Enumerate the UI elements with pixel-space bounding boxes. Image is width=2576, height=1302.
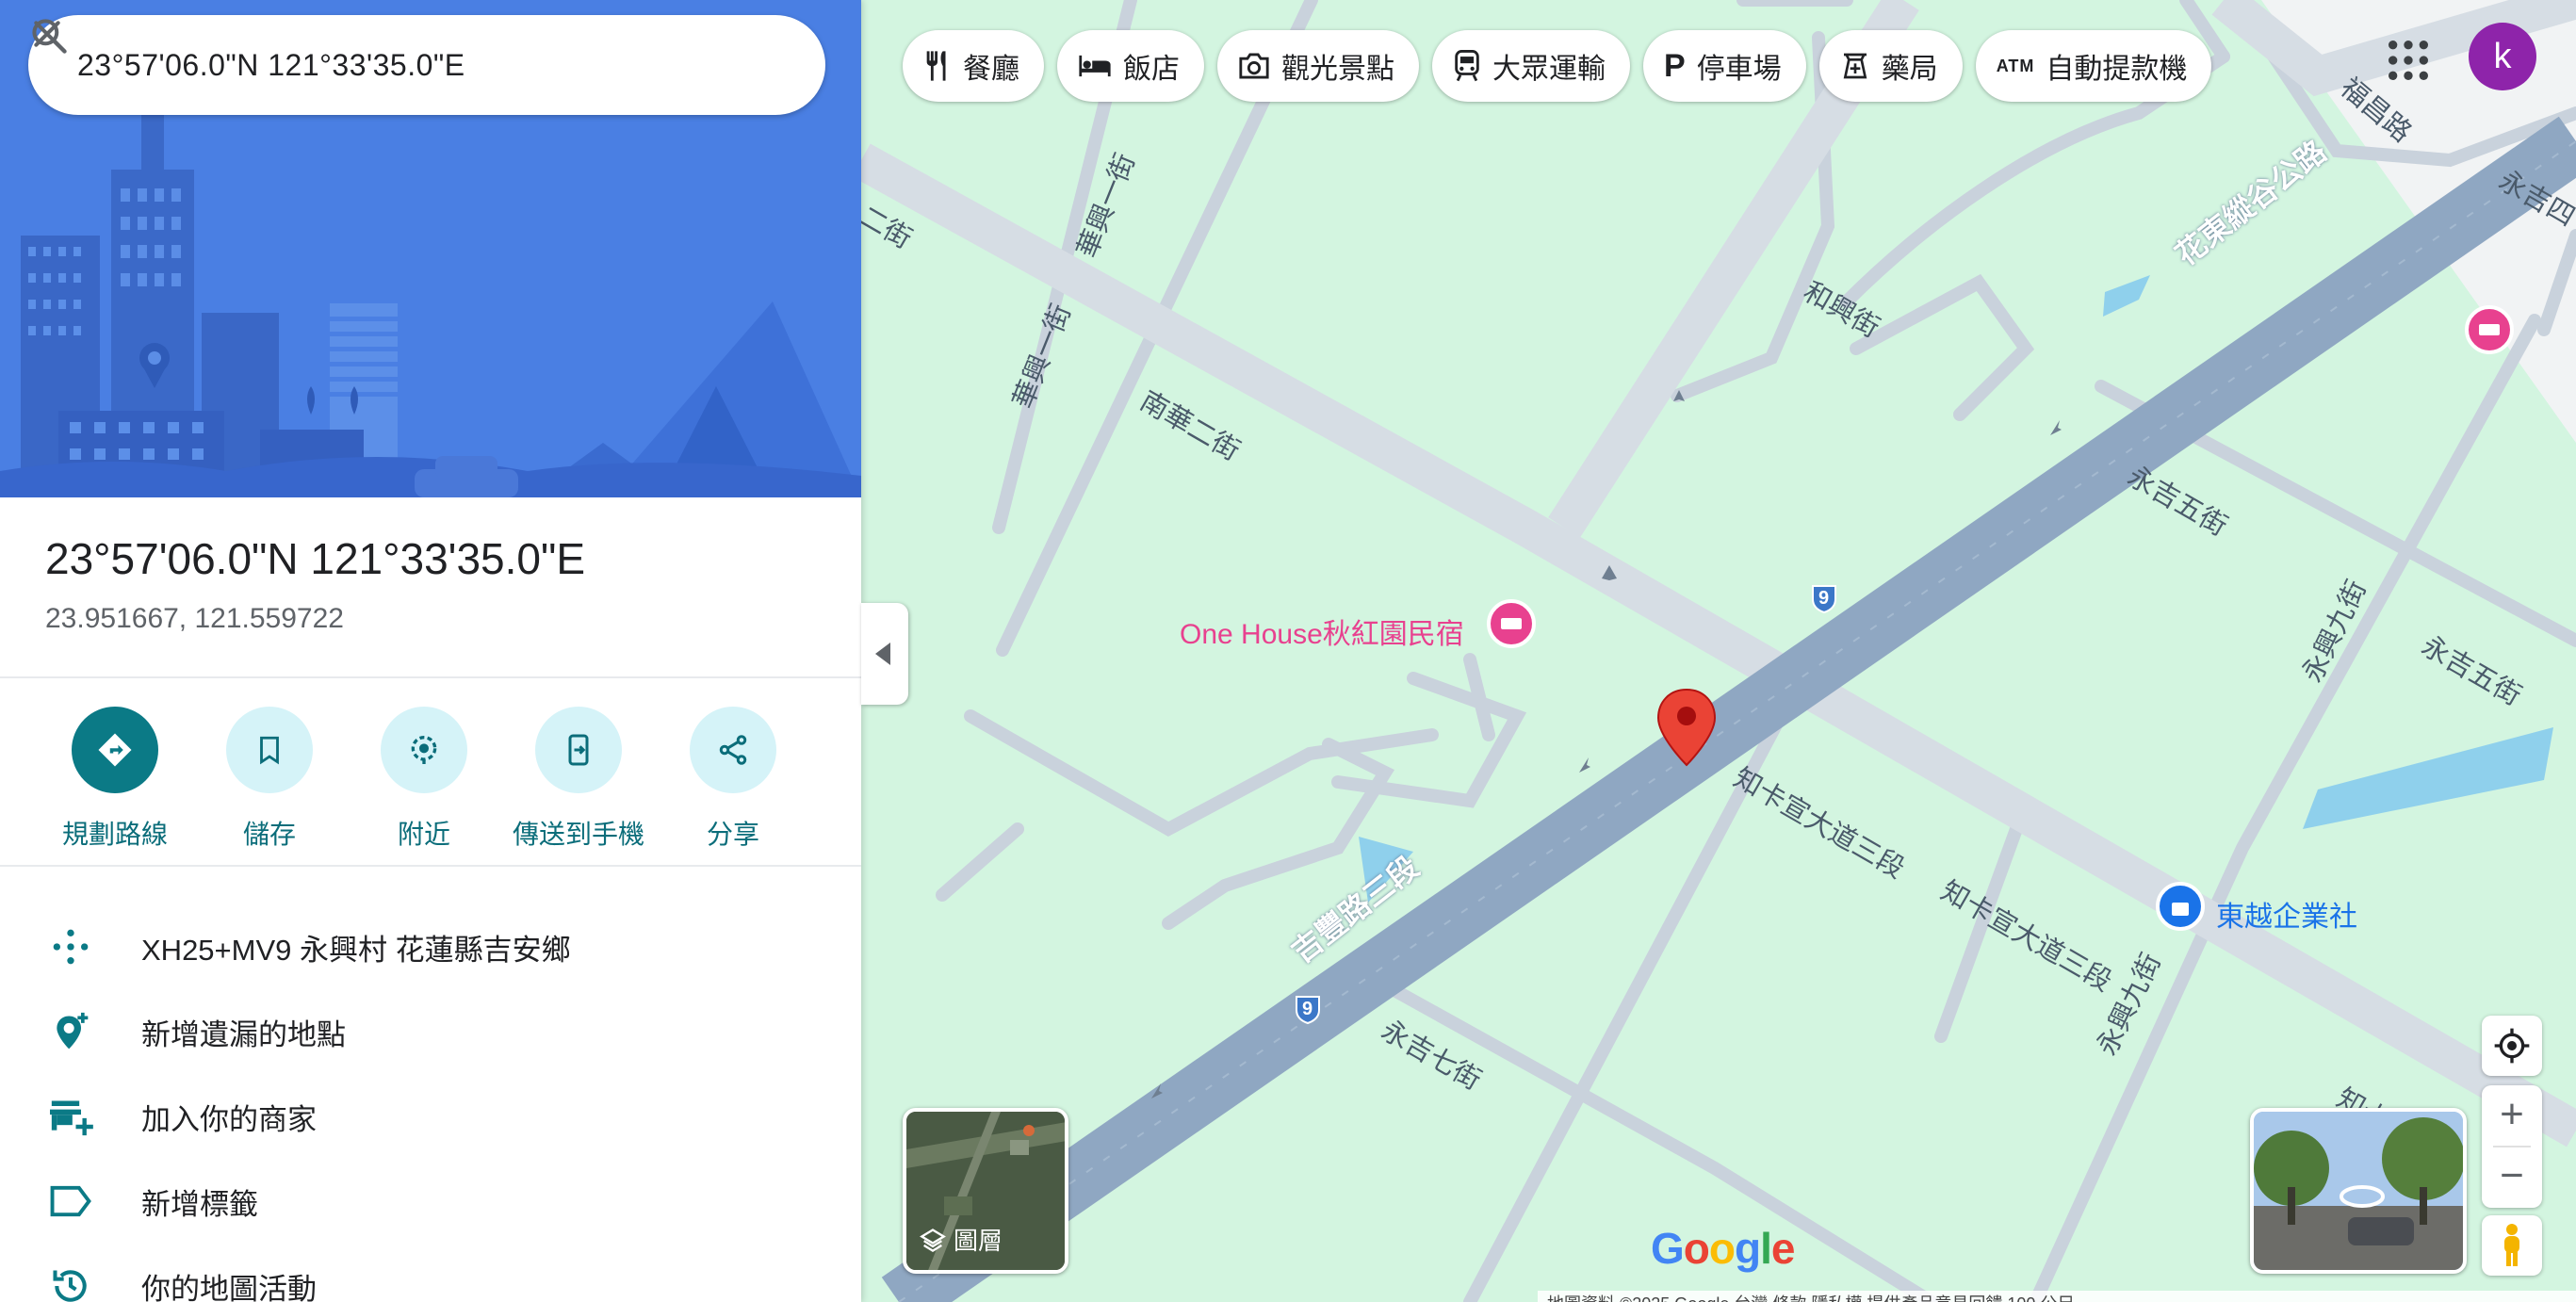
directions-icon [72,707,158,793]
layers-label: 圖層 [920,1222,1003,1257]
chip-label: 大眾運輸 [1492,54,1606,85]
close-icon[interactable] [34,21,805,98]
directions-label: 規劃路線 [61,820,168,849]
chip-label: 餐廳 [963,54,1019,85]
chip-restaurant[interactable]: 餐廳 [903,30,1044,102]
collapse-panel-button[interactable] [861,603,908,705]
plus-code-text: XH25+MV9 永興村 花蓮縣吉安鄉 [141,933,571,967]
list-item-add-place[interactable]: 新增遺漏的地點 [0,989,861,1074]
share-button[interactable]: 分享 [656,707,810,852]
chip-label: 藥局 [1881,54,1938,85]
directions-button[interactable]: 規劃路線 [38,707,192,852]
place-coordinates: 23.951667, 121.559722 [45,603,344,634]
hotel-icon [1078,54,1112,78]
pegman-button[interactable] [2482,1215,2542,1276]
chip-attractions[interactable]: 觀光景點 [1217,30,1419,102]
list-item-history[interactable]: 你的地圖活動 [0,1244,861,1302]
history-icon [0,1265,141,1302]
add-label-text: 新增標籤 [141,1187,258,1221]
pharmacy-icon [1840,51,1870,81]
add-business-text: 加入你的商家 [141,1102,317,1136]
info-list: XH25+MV9 永興村 花蓮縣吉安鄉 新增遺漏的地點 加入你的商家 新增標籤 … [0,904,861,1302]
search-box[interactable]: 23°57'06.0"N 121°33'35.0"E [28,15,825,115]
google-logo: Google [1651,1224,1795,1273]
history-text: 你的地圖活動 [141,1272,317,1302]
layers-button[interactable]: 圖層 [903,1108,1068,1274]
action-bar: 規劃路線 儲存 附近 傳送到手機 分享 [38,707,829,852]
map-canvas[interactable]: 花東縱谷公路 吉豐路三段 知卡宣大道三段 知卡宣大道三段 知卡宣 南華二街 華興… [861,0,2576,1302]
add-place-text: 新增遺漏的地點 [141,1017,346,1051]
chip-label: 觀光景點 [1281,54,1394,85]
zoom-out-button[interactable]: − [2500,1147,2524,1208]
chip-hotel[interactable]: 飯店 [1057,30,1204,102]
nearby-button[interactable]: 附近 [347,707,501,852]
bookmark-icon [226,707,313,793]
route-shield-label: 9 [1818,588,1830,609]
list-item-add-label[interactable]: 新增標籤 [0,1159,861,1244]
label-icon [0,1182,141,1220]
map-attribution[interactable]: 地圖資料 ©2025 Google 台灣 條款 隱私權 提供產品意見回饋 100… [1538,1291,2576,1302]
poi-guesthouse-label[interactable]: One House秋紅園民宿 [1180,610,1464,652]
restaurant-icon [923,50,952,82]
nearby-label: 附近 [397,820,450,849]
zoom-controls: + − [2482,1085,2542,1208]
parking-icon: P [1664,47,1686,84]
search-input[interactable]: 23°57'06.0"N 121°33'35.0"E [77,48,644,83]
save-button[interactable]: 儲存 [192,707,347,852]
apps-grid-icon[interactable] [2382,34,2435,91]
chip-label: 停車場 [1696,54,1782,85]
my-location-button[interactable] [2482,1016,2542,1076]
place-title: 23°57'06.0"N 121°33'35.0"E [45,534,586,583]
zoom-in-button[interactable]: + [2500,1085,2524,1146]
category-chips: 餐廳 飯店 觀光景點 大眾運輸 P 停車場 藥局 ATM 自動提款機 [903,30,2212,102]
plus-code-icon [0,926,141,968]
pegman-icon [2504,1224,2519,1266]
street-view-thumbnail[interactable] [2250,1108,2467,1274]
list-item-add-business[interactable]: 加入你的商家 [0,1074,861,1159]
send-to-phone-label: 傳送到手機 [512,820,644,849]
divider [0,865,861,867]
chip-pharmacy[interactable]: 藥局 [1818,30,1963,102]
side-panel: 23°57'06.0"N 121°33'35.0"E 23°57'06.0"N … [0,0,861,1302]
user-avatar[interactable]: k [2469,23,2536,90]
chip-atm[interactable]: ATM 自動提款機 [1975,30,2212,102]
chip-parking[interactable]: P 停車場 [1643,30,1806,102]
share-label: 分享 [706,820,759,849]
add-business-icon [0,1096,141,1137]
atm-icon: ATM [1996,56,2035,75]
nearby-icon [381,707,467,793]
poi-dongyue-label[interactable]: 東越企業社 [2216,893,2357,935]
hero-illustration: 23°57'06.0"N 121°33'35.0"E [0,0,861,497]
list-item-plus-code[interactable]: XH25+MV9 永興村 花蓮縣吉安鄉 [0,904,861,989]
add-place-icon [0,1011,141,1052]
send-to-phone-icon [535,707,622,793]
search-icon[interactable] [32,19,710,98]
share-icon [690,707,776,793]
layers-icon [920,1228,946,1252]
transit-icon [1453,50,1481,82]
save-label: 儲存 [242,820,296,849]
divider [0,676,861,678]
chip-transit[interactable]: 大眾運輸 [1432,30,1630,102]
route-shield-label: 9 [1302,999,1313,1019]
crosshair-icon [2494,1028,2530,1064]
chip-label: 飯店 [1123,54,1180,85]
caret-left-icon [875,643,890,665]
send-to-phone-button[interactable]: 傳送到手機 [501,707,656,852]
chip-label: 自動提款機 [2046,54,2188,85]
camera-icon [1238,52,1270,80]
